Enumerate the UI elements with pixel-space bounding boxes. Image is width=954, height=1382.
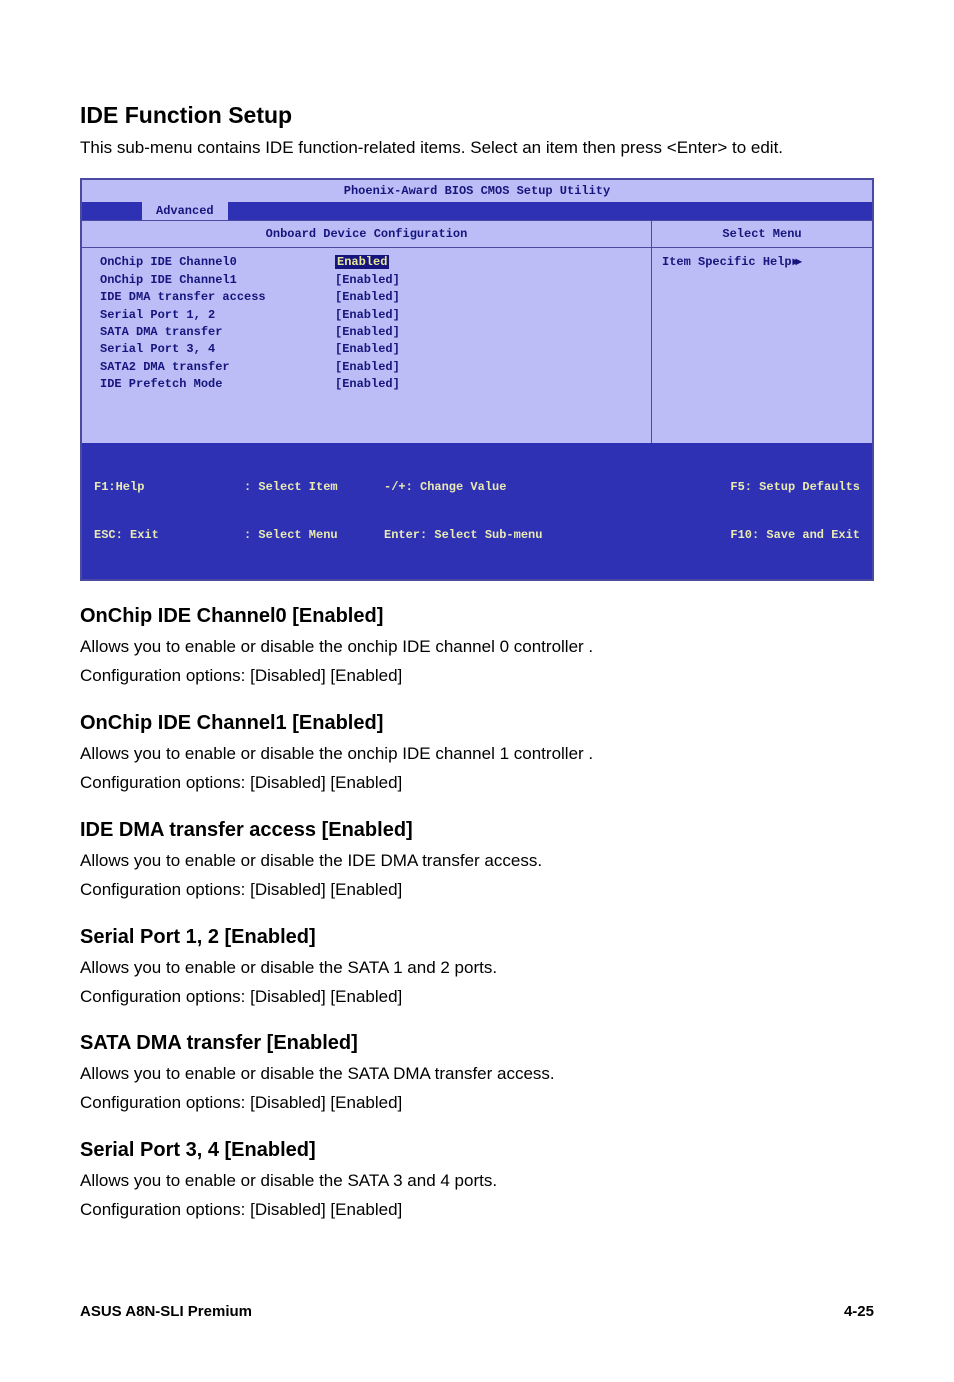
section-heading: OnChip IDE Channel1 [Enabled] [80,710,874,737]
page-section-heading: IDE Function Setup [80,100,874,131]
bios-item-value: [Enabled] [335,359,400,376]
section-text: Allows you to enable or disable the onch… [80,743,874,766]
bios-item-row: Serial Port 1, 2 [Enabled] [100,307,639,324]
bios-footer-esc: ESC: Exit [94,527,244,543]
bios-item-value: [Enabled] [335,272,400,289]
bios-item-list: OnChip IDE Channel0 Enabled OnChip IDE C… [82,248,652,443]
bios-panel-title: Onboard Device Configuration [82,221,652,247]
bios-item-row: OnChip IDE Channel0 Enabled [100,254,639,271]
bios-footer-change-value: -/+: Change Value [384,479,614,495]
bios-item-row: SATA2 DMA transfer [Enabled] [100,359,639,376]
section-options: Configuration options: [Disabled] [Enabl… [80,879,874,902]
section-heading: IDE DMA transfer access [Enabled] [80,817,874,844]
bios-item-row: OnChip IDE Channel1 [Enabled] [100,272,639,289]
section-heading: OnChip IDE Channel0 [Enabled] [80,603,874,630]
bios-item-row: IDE DMA transfer access [Enabled] [100,289,639,306]
bios-item-label: OnChip IDE Channel0 [100,254,335,271]
section-options: Configuration options: [Disabled] [Enabl… [80,665,874,688]
bios-item-label: SATA2 DMA transfer [100,359,335,376]
bios-item-value: Enabled [335,255,389,269]
section-text: Allows you to enable or disable the onch… [80,636,874,659]
page-footer: ASUS A8N-SLI Premium 4-25 [80,1302,874,1322]
section-text: Allows you to enable or disable the SATA… [80,1063,874,1086]
bios-item-value: [Enabled] [335,341,400,358]
bios-help-panel: Item Specific Help [652,248,872,443]
section-text: Allows you to enable or disable the SATA… [80,957,874,980]
bios-footer-f5: F5: Setup Defaults [614,479,860,495]
section-heading: SATA DMA transfer [Enabled] [80,1030,874,1057]
bios-item-label: Serial Port 3, 4 [100,341,335,358]
bios-footer-select-menu: : Select Menu [244,527,384,543]
bios-item-value: [Enabled] [335,376,400,393]
section-text: Allows you to enable or disable the IDE … [80,850,874,873]
bios-footer-f1: F1:Help [94,479,244,495]
bios-footer: F1:Help ESC: Exit : Select Item : Select… [82,443,872,579]
section-heading: Serial Port 3, 4 [Enabled] [80,1137,874,1164]
section-text: Allows you to enable or disable the SATA… [80,1170,874,1193]
bios-item-label: IDE DMA transfer access [100,289,335,306]
footer-product: ASUS A8N-SLI Premium [80,1302,252,1322]
bios-screenshot: Phoenix-Award BIOS CMOS Setup Utility Ad… [80,178,874,581]
footer-page-number: 4-25 [844,1302,874,1322]
bios-item-value: [Enabled] [335,289,400,306]
bios-item-value: [Enabled] [335,307,400,324]
bios-item-row: Serial Port 3, 4 [Enabled] [100,341,639,358]
bios-item-label: Serial Port 1, 2 [100,307,335,324]
bios-footer-f10: F10: Save and Exit [614,527,860,543]
bios-item-row: IDE Prefetch Mode [Enabled] [100,376,639,393]
bios-item-label: SATA DMA transfer [100,324,335,341]
section-options: Configuration options: [Disabled] [Enabl… [80,986,874,1009]
bios-title: Phoenix-Award BIOS CMOS Setup Utility [82,180,872,202]
bios-tab-advanced: Advanced [142,202,228,220]
bios-item-row: SATA DMA transfer [Enabled] [100,324,639,341]
section-options: Configuration options: [Disabled] [Enabl… [80,1199,874,1222]
bios-select-menu-label: Select Menu [652,221,872,247]
section-options: Configuration options: [Disabled] [Enabl… [80,772,874,795]
section-heading: Serial Port 1, 2 [Enabled] [80,924,874,951]
bios-item-value: [Enabled] [335,324,400,341]
bios-subheader: Onboard Device Configuration Select Menu [82,220,872,248]
bios-footer-select-item: : Select Item [244,479,384,495]
bios-help-label: Item Specific Help [662,255,799,269]
bios-item-label: OnChip IDE Channel1 [100,272,335,289]
bios-item-label: IDE Prefetch Mode [100,376,335,393]
bios-tab-row: Advanced [82,202,872,220]
section-options: Configuration options: [Disabled] [Enabl… [80,1092,874,1115]
intro-text: This sub-menu contains IDE function-rela… [80,137,874,160]
bios-footer-enter: Enter: Select Sub-menu [384,527,614,543]
